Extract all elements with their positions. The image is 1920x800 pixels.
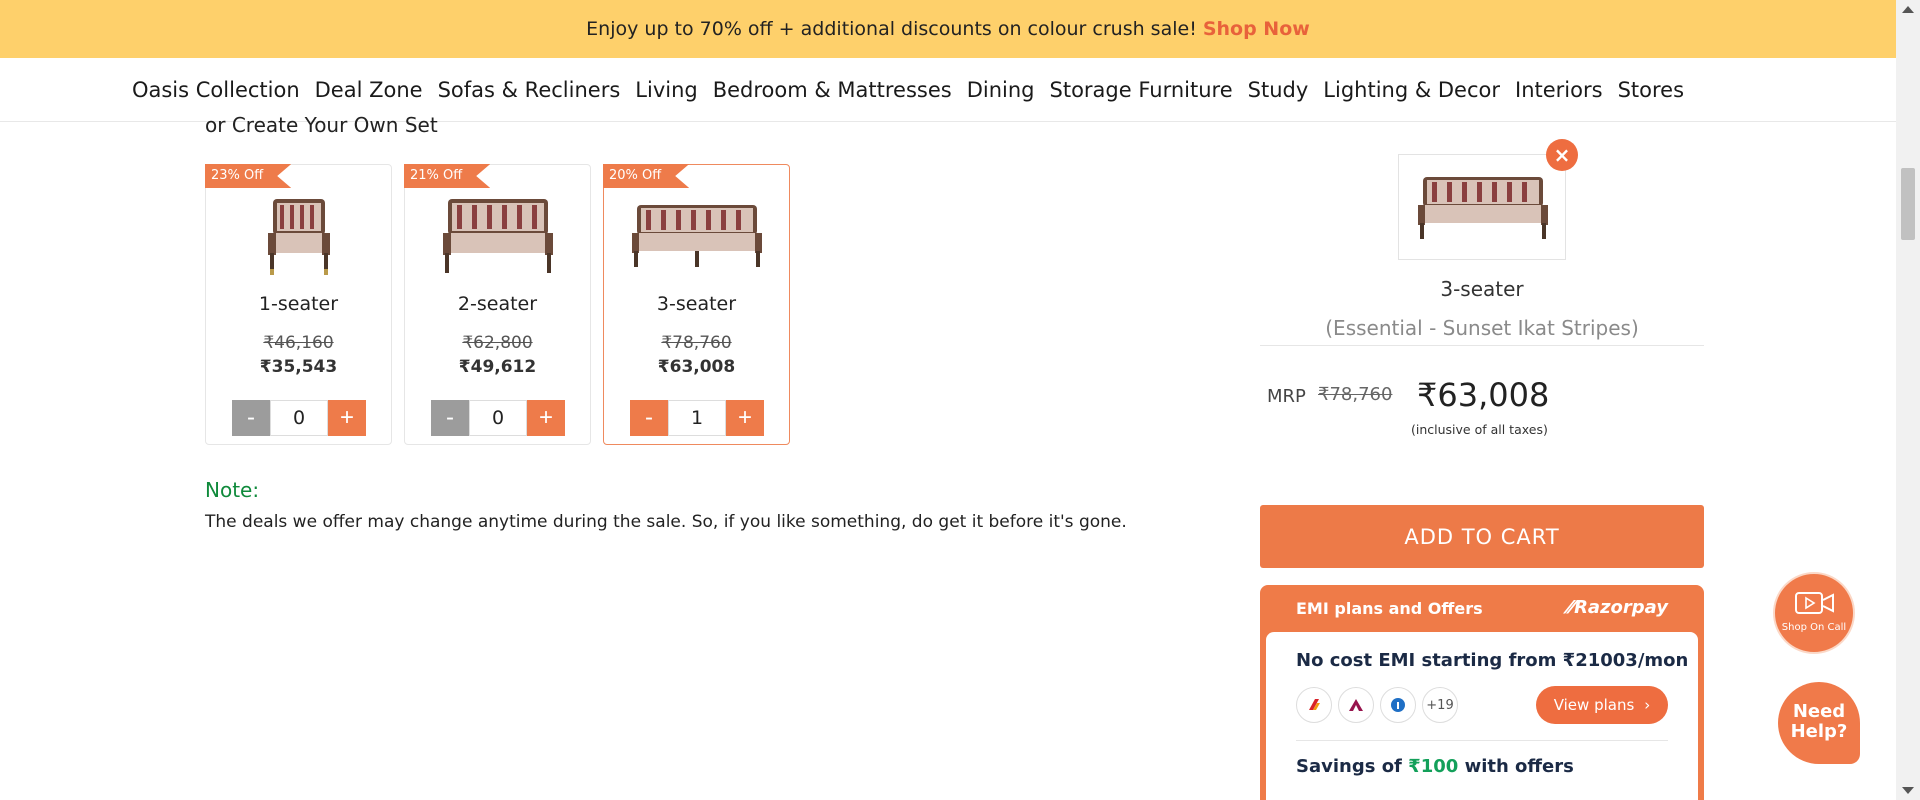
nav-item-dining[interactable]: Dining bbox=[967, 78, 1035, 102]
product-card-3-seater[interactable]: 20% Off 3-seater ₹78,760 ₹63,008 - 1 + bbox=[603, 164, 790, 445]
nav-item-stores[interactable]: Stores bbox=[1618, 78, 1684, 102]
savings-amount: ₹100 bbox=[1408, 756, 1459, 777]
decrease-button[interactable]: - bbox=[431, 400, 469, 436]
shop-on-call-button[interactable]: Shop On Call bbox=[1773, 572, 1855, 654]
sofa-image bbox=[1418, 177, 1548, 239]
card-mrp: ₹62,800 bbox=[462, 333, 533, 353]
view-plans-label: View plans bbox=[1553, 696, 1635, 714]
selected-item-variant: (Essential - Sunset Ikat Stripes) bbox=[1325, 316, 1639, 340]
selected-item-thumbnail bbox=[1398, 154, 1566, 260]
add-to-cart-button[interactable]: ADD TO CART bbox=[1260, 505, 1704, 568]
increase-button[interactable]: + bbox=[726, 400, 764, 436]
promo-banner: Enjoy up to 70% off + additional discoun… bbox=[0, 0, 1896, 58]
selected-item-title: 3-seater bbox=[1440, 277, 1524, 301]
view-plans-button[interactable]: View plans › bbox=[1536, 686, 1668, 724]
card-title: 1-seater bbox=[258, 293, 339, 315]
quantity-field[interactable]: 0 bbox=[270, 400, 328, 436]
quantity-field[interactable]: 1 bbox=[668, 400, 726, 436]
quantity-stepper: - 1 + bbox=[630, 400, 764, 436]
emi-offers-panel: EMI plans and Offers ⁄⁄Razorpay No cost … bbox=[1260, 585, 1704, 800]
increase-button[interactable]: + bbox=[328, 400, 366, 436]
savings-text: Savings of ₹100 with offers bbox=[1296, 756, 1574, 777]
increase-button[interactable]: + bbox=[527, 400, 565, 436]
decrease-button[interactable]: - bbox=[232, 400, 270, 436]
card-title: 2-seater bbox=[457, 293, 538, 315]
card-price: ₹35,543 bbox=[259, 357, 338, 377]
sofa-image bbox=[631, 205, 762, 267]
emi-details: No cost EMI starting from ₹21003/mon +19… bbox=[1266, 632, 1698, 800]
divider bbox=[1260, 345, 1704, 346]
more-banks-badge[interactable]: +19 bbox=[1422, 687, 1458, 723]
nav-item-sofas-recliners[interactable]: Sofas & Recliners bbox=[438, 78, 621, 102]
note-text: The deals we offer may change anytime du… bbox=[205, 512, 1127, 532]
nav-item-deal-zone[interactable]: Deal Zone bbox=[315, 78, 423, 102]
shop-now-link[interactable]: Shop Now bbox=[1203, 18, 1310, 40]
quantity-stepper: - 0 + bbox=[431, 400, 565, 436]
scroll-up-icon[interactable] bbox=[1902, 6, 1914, 13]
nav-item-lighting-decor[interactable]: Lighting & Decor bbox=[1323, 78, 1500, 102]
video-camera-icon bbox=[1795, 592, 1834, 614]
mrp-value: ₹78,760 bbox=[1318, 384, 1393, 405]
nav-item-oasis-collection[interactable]: Oasis Collection bbox=[132, 78, 300, 102]
discount-badge: 21% Off bbox=[404, 164, 490, 188]
card-mrp: ₹78,760 bbox=[661, 333, 732, 353]
divider bbox=[1296, 740, 1668, 741]
discount-badge: 23% Off bbox=[205, 164, 291, 188]
quantity-stepper: - 0 + bbox=[232, 400, 366, 436]
nav-item-storage-furniture[interactable]: Storage Furniture bbox=[1050, 78, 1233, 102]
bank-logo-icon bbox=[1380, 687, 1416, 723]
shop-on-call-label: Shop On Call bbox=[1781, 622, 1847, 633]
nav-item-living[interactable]: Living bbox=[635, 78, 697, 102]
sofa-image bbox=[442, 199, 553, 273]
razorpay-brand: Razorpay bbox=[1574, 597, 1668, 618]
note-label: Note: bbox=[205, 478, 260, 502]
savings-suffix: with offers bbox=[1464, 756, 1574, 777]
nav-item-interiors[interactable]: Interiors bbox=[1515, 78, 1603, 102]
product-card-1-seater[interactable]: 23% Off 1-seater ₹46,160 ₹35,543 - 0 + bbox=[205, 164, 392, 445]
set-cards: 23% Off 1-seater ₹46,160 ₹35,543 - 0 + 2… bbox=[205, 164, 790, 445]
chevron-right-icon: › bbox=[1644, 696, 1651, 714]
emi-header: EMI plans and Offers bbox=[1296, 599, 1483, 618]
sofa-image bbox=[267, 199, 330, 275]
card-price: ₹63,008 bbox=[657, 357, 736, 377]
tax-note: (inclusive of all taxes) bbox=[1411, 422, 1548, 437]
razorpay-logo: ⁄⁄Razorpay bbox=[1568, 597, 1668, 618]
nav-item-study[interactable]: Study bbox=[1248, 78, 1309, 102]
page-scrollbar[interactable] bbox=[1896, 0, 1920, 800]
card-mrp: ₹46,160 bbox=[263, 333, 334, 353]
bank-icons: +19 bbox=[1296, 687, 1458, 723]
decrease-button[interactable]: - bbox=[630, 400, 668, 436]
discount-badge: 20% Off bbox=[603, 164, 689, 188]
remove-item-button[interactable]: × bbox=[1546, 139, 1578, 171]
nav-item-bedroom-mattresses[interactable]: Bedroom & Mattresses bbox=[713, 78, 952, 102]
card-price: ₹49,612 bbox=[458, 357, 537, 377]
mrp-label: MRP bbox=[1267, 386, 1306, 407]
quantity-field[interactable]: 0 bbox=[469, 400, 527, 436]
promo-text: Enjoy up to 70% off + additional discoun… bbox=[586, 18, 1197, 40]
need-help-button[interactable]: Need Help? bbox=[1778, 682, 1860, 764]
emi-starting-text: No cost EMI starting from ₹21003/mon bbox=[1296, 650, 1689, 671]
card-title: 3-seater bbox=[656, 293, 737, 315]
product-card-2-seater[interactable]: 21% Off 2-seater ₹62,800 ₹49,612 - 0 + bbox=[404, 164, 591, 445]
bank-logo-icon bbox=[1296, 687, 1332, 723]
scroll-thumb[interactable] bbox=[1901, 168, 1915, 240]
bank-logo-icon bbox=[1338, 687, 1374, 723]
savings-prefix: Savings of bbox=[1296, 756, 1402, 777]
section-heading: or Create Your Own Set bbox=[205, 113, 438, 137]
scroll-down-icon[interactable] bbox=[1902, 787, 1914, 794]
selected-price: ₹63,008 bbox=[1417, 376, 1550, 414]
